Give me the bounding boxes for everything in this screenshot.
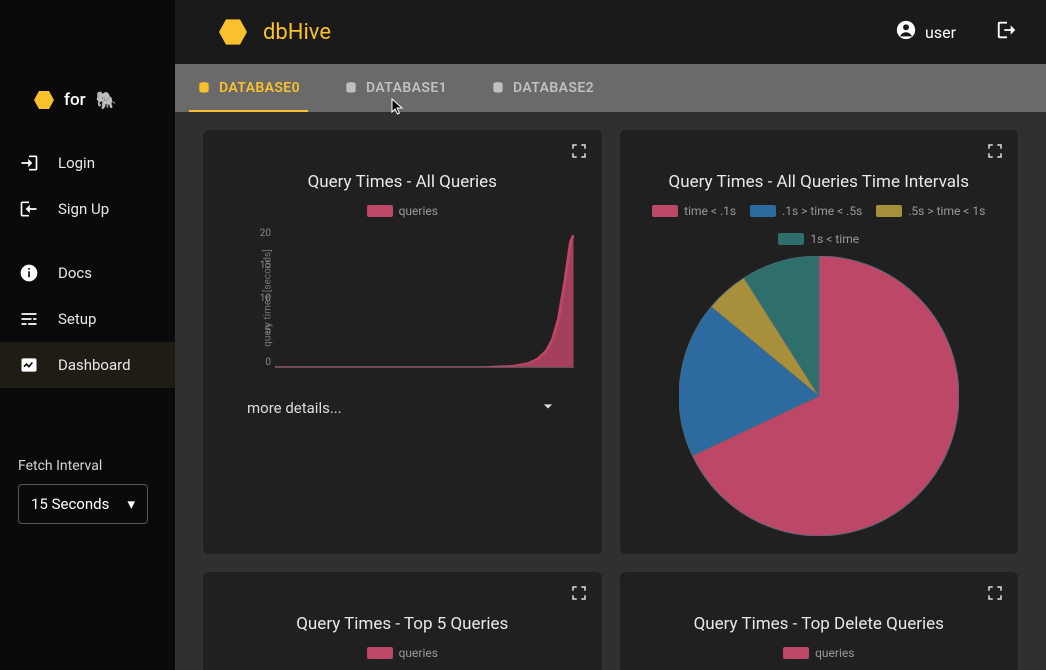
- tune-icon: [18, 308, 40, 330]
- user-name: user: [925, 23, 956, 42]
- legend-label: queries: [399, 204, 438, 218]
- fetch-interval-label: Fetch Interval: [18, 458, 157, 474]
- legend-label: queries: [399, 646, 438, 660]
- legend-label: time < .1s: [684, 204, 736, 218]
- sidebar-item-dashboard[interactable]: Dashboard: [0, 342, 175, 388]
- fetch-interval-value: 15 Seconds: [31, 495, 109, 513]
- card-title: Query Times - All Queries: [221, 172, 584, 192]
- more-details-label: more details...: [247, 399, 342, 417]
- legend-label: .5s > time < 1s: [908, 204, 985, 218]
- fetch-interval-select[interactable]: 15 Seconds ▾: [18, 484, 148, 524]
- dashboard-icon: [18, 354, 40, 376]
- expand-button[interactable]: [986, 142, 1004, 160]
- topbar: dbHive user: [175, 0, 1046, 64]
- app-title: dbHive: [263, 20, 331, 45]
- expand-button[interactable]: [570, 584, 588, 602]
- y-tick: 15: [247, 260, 271, 271]
- sidebar-item-label: Docs: [58, 264, 92, 282]
- logo-icon: [34, 90, 54, 110]
- dropdown-icon: ▾: [127, 495, 135, 513]
- postgres-icon: 🐘: [96, 91, 114, 109]
- sidebar-item-label: Dashboard: [58, 356, 131, 374]
- chart-legend: queries: [221, 646, 584, 660]
- login-icon: [18, 152, 40, 174]
- line-plot: [275, 228, 574, 368]
- expand-button[interactable]: [570, 142, 588, 160]
- y-tick: 0: [247, 357, 271, 368]
- y-tick: 5: [247, 325, 271, 336]
- info-icon: [18, 262, 40, 284]
- chart-legend: queries: [221, 204, 584, 218]
- card-query-times-delete: Query Times - Top Delete Queries queries: [620, 572, 1019, 670]
- sidebar-item-signup[interactable]: Sign Up: [0, 186, 175, 232]
- sidebar-item-docs[interactable]: Docs: [0, 250, 175, 296]
- fetch-interval-block: Fetch Interval 15 Seconds ▾: [0, 458, 175, 524]
- card-title: Query Times - All Queries Time Intervals: [638, 172, 1001, 192]
- database-icon: [197, 81, 211, 95]
- brand: for 🐘: [0, 90, 175, 140]
- chevron-down-icon: [538, 396, 558, 420]
- y-tick: 10: [247, 293, 271, 304]
- sidebar: for 🐘 Login Sign Up Docs Setup Dashboard…: [0, 0, 175, 670]
- tab-label: DATABASE2: [513, 80, 594, 96]
- database-icon: [491, 81, 505, 95]
- y-tick: 20: [247, 228, 271, 239]
- logout-button[interactable]: [996, 19, 1018, 45]
- signup-icon: [18, 198, 40, 220]
- card-query-times-top5: Query Times - Top 5 Queries queries: [203, 572, 602, 670]
- dashboard-content: Query Times - All Queries queries query …: [175, 112, 1046, 670]
- sidebar-item-label: Login: [58, 154, 95, 172]
- tab-database1[interactable]: DATABASE1: [322, 64, 469, 112]
- user-icon: [895, 19, 917, 45]
- legend-label: queries: [815, 646, 854, 660]
- y-ticks: 20 15 10 5 0: [247, 228, 271, 368]
- database-tabs: DATABASE0 DATABASE1 DATABASE2: [175, 64, 1046, 112]
- tab-database2[interactable]: DATABASE2: [469, 64, 616, 112]
- database-icon: [344, 81, 358, 95]
- brand-label: for: [64, 90, 86, 110]
- sidebar-item-setup[interactable]: Setup: [0, 296, 175, 342]
- legend-label: 1s < time: [810, 232, 859, 246]
- chart-legend: queries: [638, 646, 1001, 660]
- sidebar-item-login[interactable]: Login: [0, 140, 175, 186]
- sidebar-item-label: Setup: [58, 310, 96, 328]
- card-title: Query Times - Top 5 Queries: [221, 614, 584, 634]
- sidebar-item-label: Sign Up: [58, 200, 109, 218]
- line-chart: query times [seconds] 20 15 10 5 0: [251, 228, 574, 368]
- chart-legend: time < .1s .1s > time < .5s .5s > time <…: [638, 204, 1001, 246]
- expand-button[interactable]: [986, 584, 1004, 602]
- pie-chart: [638, 256, 1001, 536]
- card-query-times-all: Query Times - All Queries queries query …: [203, 130, 602, 554]
- card-title: Query Times - Top Delete Queries: [638, 614, 1001, 634]
- app-logo-icon: [219, 18, 247, 46]
- card-query-times-intervals: Query Times - All Queries Time Intervals…: [620, 130, 1019, 554]
- legend-label: .1s > time < .5s: [782, 204, 862, 218]
- user-menu[interactable]: user: [895, 19, 956, 45]
- main: dbHive user DATABASE0 DATABASE1 DATABASE…: [175, 0, 1046, 670]
- more-details-toggle[interactable]: more details...: [221, 396, 584, 420]
- tab-label: DATABASE0: [219, 80, 300, 96]
- tab-label: DATABASE1: [366, 80, 447, 96]
- tab-database0[interactable]: DATABASE0: [175, 64, 322, 112]
